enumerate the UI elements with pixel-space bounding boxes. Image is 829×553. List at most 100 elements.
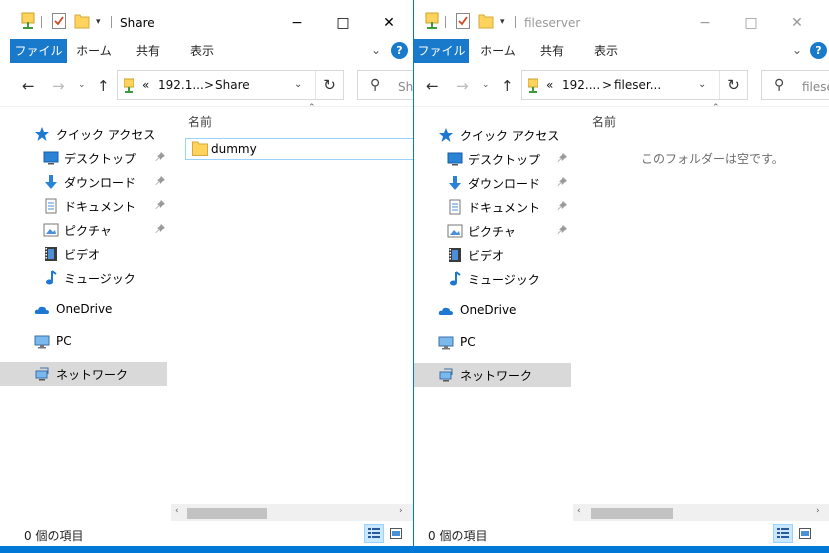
nav-desktop[interactable]: デスクトップ [0,146,170,170]
nav-pictures[interactable]: ピクチャ [0,218,170,242]
nav-downloads[interactable]: ダウンロード [414,171,572,195]
large-icons-view-button[interactable] [795,524,815,543]
checklist-icon[interactable] [455,12,471,30]
tab-view[interactable]: 表示 [178,39,226,63]
pin-icon[interactable] [556,224,568,236]
nav-videos[interactable]: ビデオ [0,242,170,266]
pin-icon[interactable] [154,175,166,187]
close-button[interactable]: ✕ [366,8,412,38]
nav-music[interactable]: ミュージック [414,267,572,291]
address-overflow[interactable]: « [546,78,553,92]
scroll-right-icon[interactable]: › [399,506,403,516]
nav-pc[interactable]: PC [0,330,170,354]
address-bar[interactable]: « 192.1... > Share ⌄ ↻ [117,70,344,100]
pin-icon[interactable] [154,151,166,163]
breadcrumb-host[interactable]: 192.... [562,78,600,92]
tab-share[interactable]: 共有 [124,39,172,63]
forward-button[interactable]: → [52,77,65,95]
nav-network[interactable]: ネットワーク [414,363,571,387]
scroll-thumb[interactable] [591,508,673,519]
properties-icon[interactable] [20,12,36,30]
new-folder-icon[interactable] [74,12,90,30]
horizontal-scrollbar[interactable]: ‹ › [171,504,413,521]
minimize-button[interactable]: − [274,8,320,38]
title-bar[interactable]: ▾ Share − □ ✕ [0,0,413,38]
new-folder-icon[interactable] [478,12,494,30]
nav-videos[interactable]: ビデオ [414,243,572,267]
recent-locations-icon[interactable]: ⌄ [78,80,86,90]
tab-home[interactable]: ホーム [68,39,120,63]
maximize-button[interactable]: □ [320,8,366,38]
nav-downloads[interactable]: ダウンロード [0,170,170,194]
pin-icon[interactable] [556,176,568,188]
network-icon [35,367,49,381]
up-button[interactable]: ↑ [501,77,514,95]
expand-ribbon-icon[interactable]: ⌄ [371,43,381,57]
tab-file[interactable]: ファイル [414,39,469,63]
back-button[interactable]: ← [426,77,439,95]
desktop-icon [447,152,463,166]
details-view-button[interactable] [773,524,793,543]
nav-documents[interactable]: ドキュメント [414,195,572,219]
tab-file[interactable]: ファイル [10,39,67,63]
details-view-button[interactable] [364,524,384,543]
close-button[interactable]: ✕ [774,8,820,38]
star-icon [35,127,49,141]
scroll-left-icon[interactable]: ‹ [175,506,179,516]
nav-network[interactable]: ネットワーク [0,362,167,386]
up-button[interactable]: ↑ [97,77,110,95]
nav-onedrive[interactable]: OneDrive [414,299,572,323]
address-overflow[interactable]: « [142,78,149,92]
expand-ribbon-icon[interactable]: ⌄ [792,43,802,57]
column-header-name[interactable]: 名前 [592,113,616,130]
tab-share[interactable]: 共有 [528,39,576,63]
nav-desktop[interactable]: デスクトップ [414,147,572,171]
nav-label: デスクトップ [64,152,137,166]
title-bar[interactable]: ▾ fileserver − □ ✕ [414,0,829,38]
help-button[interactable]: ? [391,42,408,59]
customize-toolbar-icon[interactable]: ▾ [96,17,101,27]
nav-label: ドキュメント [468,201,541,215]
breadcrumb-host[interactable]: 192.1... [158,78,204,92]
column-header-name[interactable]: 名前 [188,113,212,130]
large-icons-view-button[interactable] [386,524,406,543]
refresh-button[interactable]: ↻ [719,71,747,99]
search-box[interactable]: ⚲ Share の検索 [357,70,413,100]
maximize-button[interactable]: □ [728,8,774,38]
nav-quick-access[interactable]: クイック アクセス [414,123,572,147]
tab-view[interactable]: 表示 [582,39,630,63]
tab-home[interactable]: ホーム [472,39,524,63]
refresh-button[interactable]: ↻ [315,71,343,99]
nav-pictures[interactable]: ピクチャ [414,219,572,243]
horizontal-scrollbar[interactable]: ‹ › [573,504,829,521]
nav-onedrive[interactable]: OneDrive [0,298,170,322]
pin-icon[interactable] [154,199,166,211]
scroll-thumb[interactable] [187,508,267,519]
nav-music[interactable]: ミュージック [0,266,170,290]
breadcrumb-fileserver[interactable]: fileser... [614,78,661,92]
help-button[interactable]: ? [810,42,827,59]
file-item-folder[interactable]: dummy [185,138,413,160]
pin-icon[interactable] [556,200,568,212]
minimize-button[interactable]: − [682,8,728,38]
breadcrumb-share[interactable]: Share [215,78,250,92]
back-button[interactable]: ← [22,77,35,95]
pin-icon[interactable] [556,152,568,164]
breadcrumb-separator[interactable]: > [602,78,612,92]
properties-icon[interactable] [424,12,440,30]
scroll-left-icon[interactable]: ‹ [577,506,581,516]
search-box[interactable]: ⚲ fileserver の検索 [761,70,829,100]
nav-documents[interactable]: ドキュメント [0,194,170,218]
pin-icon[interactable] [154,223,166,235]
nav-quick-access[interactable]: クイック アクセス [0,122,170,146]
checklist-icon[interactable] [51,12,67,30]
nav-pc[interactable]: PC [414,331,572,355]
address-bar[interactable]: « 192.... > fileser... ⌄ ↻ [521,70,748,100]
scroll-right-icon[interactable]: › [816,506,820,516]
recent-locations-icon[interactable]: ⌄ [482,80,490,90]
address-history-icon[interactable]: ⌄ [294,79,302,90]
breadcrumb-separator[interactable]: > [204,78,214,92]
forward-button[interactable]: → [456,77,469,95]
customize-toolbar-icon[interactable]: ▾ [500,17,505,27]
address-history-icon[interactable]: ⌄ [698,79,706,90]
